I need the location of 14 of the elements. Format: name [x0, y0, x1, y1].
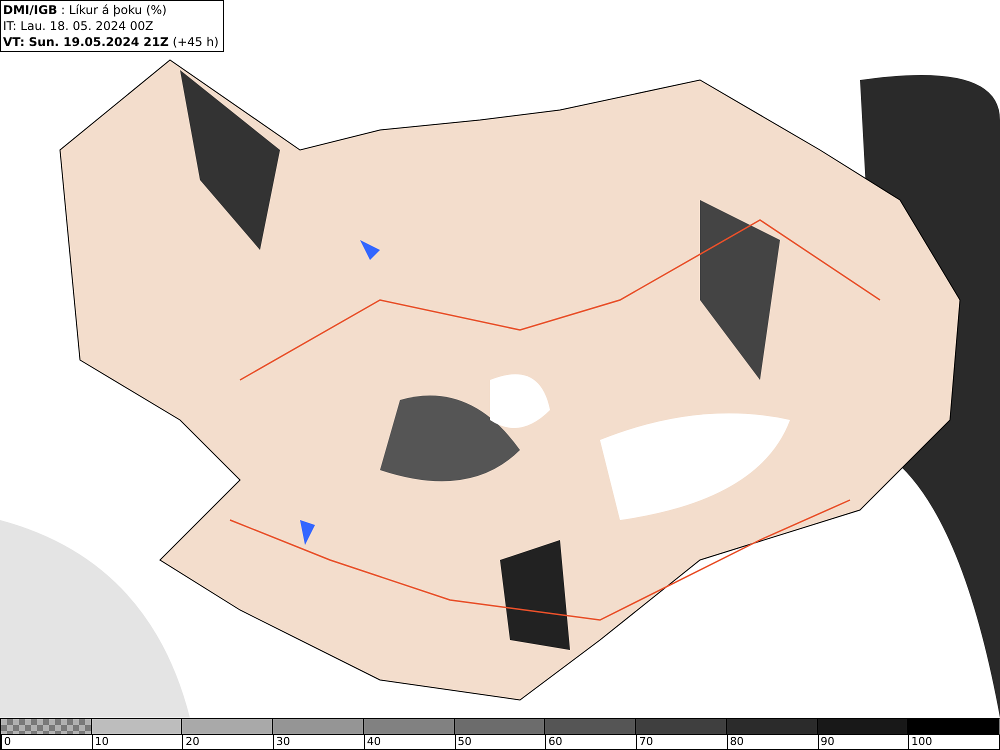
- header-text: VT: Sun. 19.05.2024 21Z (+45 h): [3, 34, 219, 50]
- scale-label: 0: [1, 735, 11, 749]
- scale-label: 40: [364, 735, 381, 749]
- scale-label: 70: [636, 735, 654, 749]
- scale-label: 10: [92, 735, 109, 749]
- header-text: DMI/IGB : Líkur á þoku (%): [3, 2, 168, 18]
- scale-label: 30: [273, 735, 290, 749]
- header-text: IT: Lau. 18. 05. 2024 00Z: [3, 18, 154, 34]
- scale-label: 100: [908, 735, 932, 749]
- scale-label: 20: [182, 735, 200, 749]
- scale-label: 50: [454, 735, 472, 749]
- scale-label: 60: [545, 735, 562, 749]
- scale-label: 80: [726, 735, 744, 749]
- scale-label: 90: [818, 735, 835, 749]
